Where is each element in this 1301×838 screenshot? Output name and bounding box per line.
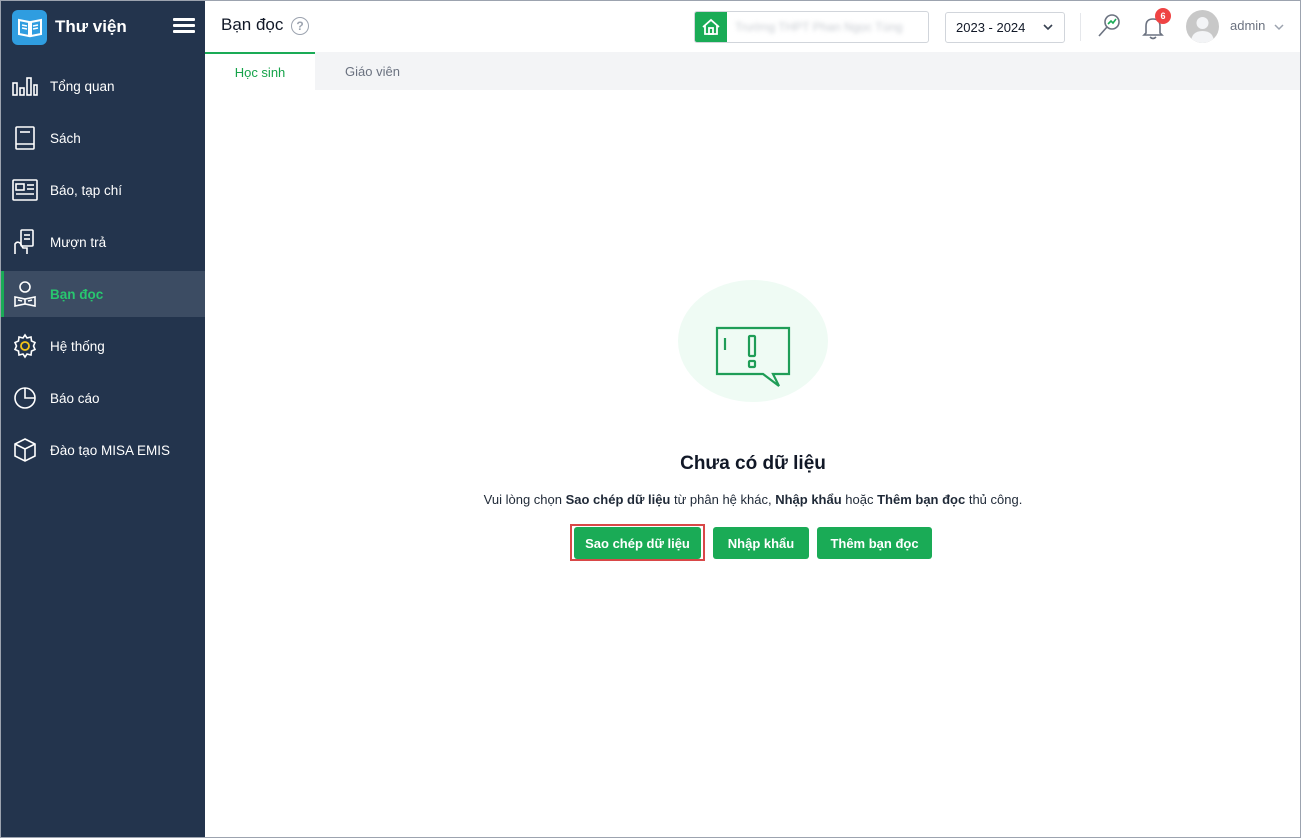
school-year-value: 2023 - 2024 xyxy=(956,20,1026,35)
alert-message-icon xyxy=(715,326,791,387)
book-icon xyxy=(11,124,39,152)
sidebar-item-dao-tao[interactable]: Đào tạo MISA EMIS xyxy=(1,427,205,473)
desc-text: thủ công. xyxy=(965,492,1023,507)
sidebar-item-muon-tra[interactable]: Mượn trả xyxy=(1,219,205,265)
desc-bold-import: Nhập khẩu xyxy=(775,492,842,507)
header-divider xyxy=(1080,13,1081,41)
sidebar-item-label: Báo, tạp chí xyxy=(50,182,123,198)
sidebar-item-sach[interactable]: Sách xyxy=(1,115,205,161)
tab-giao-vien[interactable]: Giáo viên xyxy=(315,52,430,90)
sidebar-item-label: Báo cáo xyxy=(50,390,100,406)
empty-state-illustration xyxy=(678,280,828,402)
desc-text: hoặc xyxy=(841,492,878,507)
pie-chart-icon xyxy=(11,384,39,412)
avatar[interactable] xyxy=(1186,10,1219,43)
tab-hoc-sinh[interactable]: Học sinh xyxy=(205,52,315,90)
sidebar-item-label: Sách xyxy=(50,130,81,146)
sidebar: Thư viện Tổng quan Sách Báo, tạp chí Mượ… xyxy=(0,0,205,838)
chevron-down-icon[interactable] xyxy=(1273,20,1285,38)
sidebar-item-label: Mượn trả xyxy=(50,234,107,250)
bar-chart-icon xyxy=(11,72,39,100)
sidebar-item-ban-doc[interactable]: Bạn đọc xyxy=(1,271,205,317)
sidebar-item-bao-tap-chi[interactable]: Báo, tạp chí xyxy=(1,167,205,213)
sidebar-nav: Tổng quan Sách Báo, tạp chí Mượn trả Bạn… xyxy=(1,63,205,473)
sidebar-item-label: Bạn đọc xyxy=(50,286,104,302)
user-name[interactable]: admin xyxy=(1230,18,1265,33)
library-logo-icon xyxy=(12,9,47,45)
copy-data-button[interactable]: Sao chép dữ liệu xyxy=(574,527,701,559)
main-content: Chưa có dữ liệu Vui lòng chọn Sao chép d… xyxy=(205,90,1301,838)
sidebar-item-label: Đào tạo MISA EMIS xyxy=(50,442,171,458)
reader-icon xyxy=(11,280,39,308)
desc-text: Vui lòng chọn xyxy=(483,492,566,507)
newspaper-icon xyxy=(11,176,39,204)
import-button[interactable]: Nhập khẩu xyxy=(713,527,809,559)
help-icon[interactable]: ? xyxy=(291,17,309,35)
notification-badge: 6 xyxy=(1155,8,1171,24)
search-trend-icon[interactable] xyxy=(1095,12,1123,40)
school-year-select[interactable]: 2023 - 2024 xyxy=(945,12,1065,43)
sidebar-item-tong-quan[interactable]: Tổng quan xyxy=(1,63,205,109)
top-header: Bạn đọc ? Trường THPT Phan Ngọc Tùng 202… xyxy=(205,0,1301,52)
borrow-return-icon xyxy=(11,228,39,256)
empty-state-description: Vui lòng chọn Sao chép dữ liệu từ phân h… xyxy=(205,492,1301,507)
cube-icon xyxy=(11,436,39,464)
house-icon xyxy=(695,12,727,42)
desc-bold-copy: Sao chép dữ liệu xyxy=(565,492,671,507)
desc-text: từ phân hệ khác, xyxy=(670,492,776,507)
reader-tabs: Học sinh Giáo viên xyxy=(205,52,1301,90)
sidebar-item-label: Hệ thống xyxy=(50,338,105,354)
gear-icon xyxy=(11,332,39,360)
app-title: Thư viện xyxy=(55,17,127,36)
chevron-down-icon xyxy=(1042,21,1054,36)
sidebar-item-he-thong[interactable]: Hệ thống xyxy=(1,323,205,369)
add-reader-button[interactable]: Thêm bạn đọc xyxy=(817,527,932,559)
sidebar-item-label: Tổng quan xyxy=(50,78,115,94)
school-selector[interactable]: Trường THPT Phan Ngọc Tùng xyxy=(694,11,929,43)
menu-toggle-icon[interactable] xyxy=(173,15,195,37)
sidebar-item-bao-cao[interactable]: Báo cáo xyxy=(1,375,205,421)
empty-state-title: Chưa có dữ liệu xyxy=(680,453,826,474)
desc-bold-add: Thêm bạn đọc xyxy=(877,492,966,507)
page-title: Bạn đọc xyxy=(221,15,284,34)
school-name: Trường THPT Phan Ngọc Tùng xyxy=(735,20,903,34)
